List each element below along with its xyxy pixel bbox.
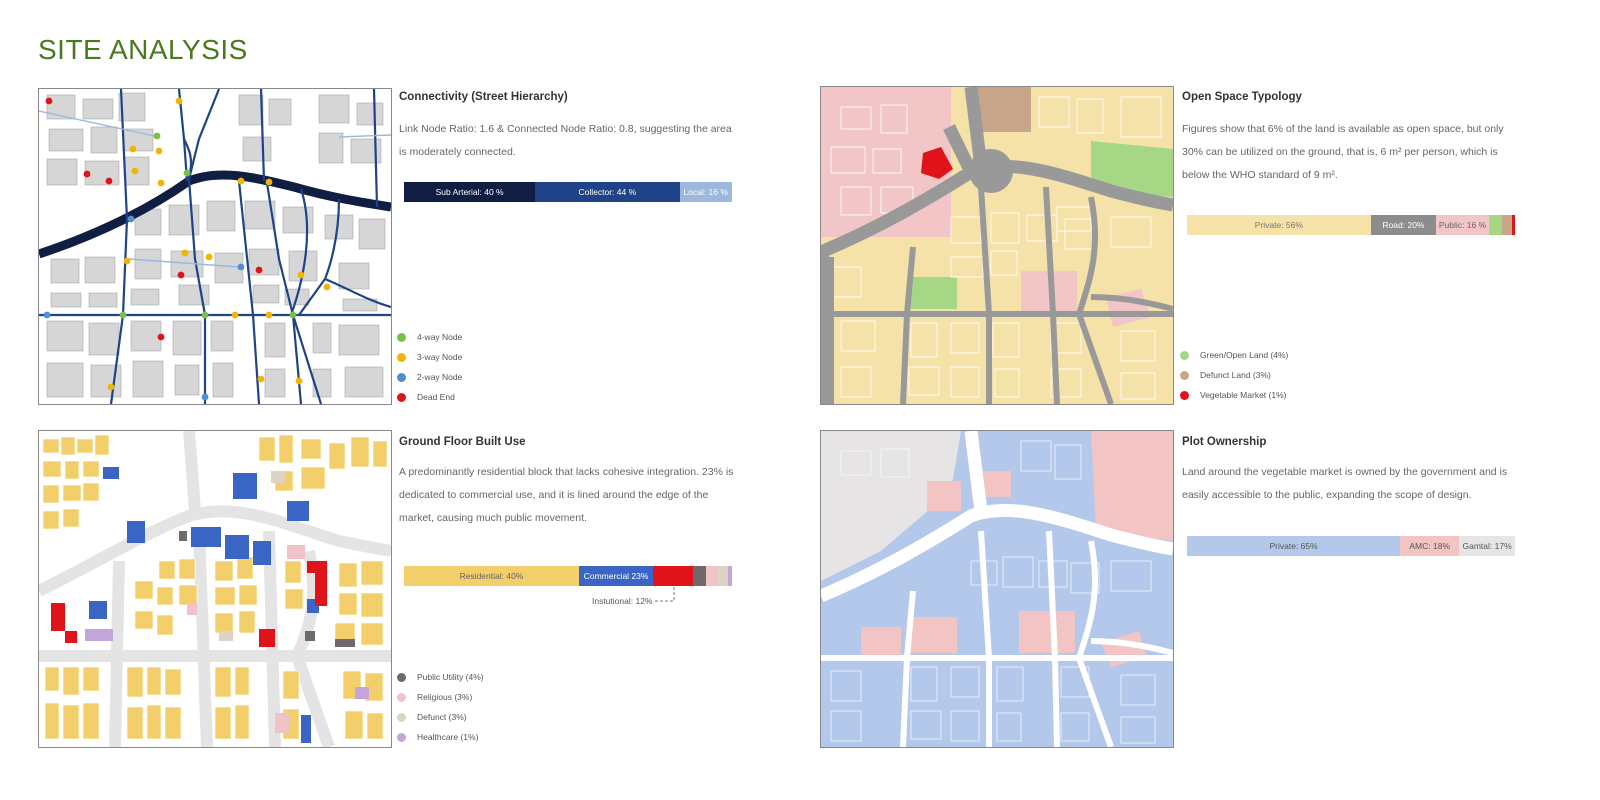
legend-label: Defunct Land (3%) bbox=[1200, 370, 1271, 380]
bar-segment: Private: 56% bbox=[1187, 215, 1371, 235]
ownership-title: Plot Ownership bbox=[1182, 436, 1267, 448]
bar-segment: Public: 16 % bbox=[1436, 215, 1489, 235]
legend-item: Public Utility (4%) bbox=[397, 667, 484, 687]
bar-segment bbox=[692, 566, 706, 586]
legend-swatch-icon bbox=[397, 672, 406, 682]
legend-item: Dead End bbox=[397, 387, 462, 407]
open-space-legend: Green/Open Land (4%) Defunct Land (3%) Veg… bbox=[1180, 345, 1288, 405]
ownership-bar: Private: 65% AMC: 18% Gamtal: 17% bbox=[1187, 536, 1515, 556]
bar-segment bbox=[705, 566, 717, 586]
legend-label: Dead End bbox=[417, 392, 455, 402]
legend-label: Healthcare (1%) bbox=[417, 732, 479, 742]
connectivity-title: Connectivity (Street Hierarchy) bbox=[399, 91, 568, 103]
bar-segment bbox=[653, 566, 693, 586]
legend-item: Religious (3%) bbox=[397, 687, 484, 707]
bar-segment bbox=[716, 566, 728, 586]
bar-segment: Residential: 40% bbox=[404, 566, 579, 586]
built-use-description: A predominantly residential block that l… bbox=[399, 466, 734, 524]
open-space-bar: Private: 56% Road: 20% Public: 16 % bbox=[1187, 215, 1515, 235]
ownership-description: Land around the vegetable market is owne… bbox=[1182, 466, 1508, 501]
institutional-note: Instutional: 12% bbox=[592, 596, 653, 606]
legend-swatch-icon bbox=[397, 712, 406, 722]
bar-segment: Gamtal: 17% bbox=[1459, 536, 1515, 556]
legend-item: 4-way Node bbox=[397, 327, 462, 347]
legend-swatch-icon bbox=[397, 352, 406, 362]
built-use-map bbox=[38, 430, 392, 748]
bar-segment: Road: 20% bbox=[1370, 215, 1437, 235]
open-space-description: Figures show that 6% of the land is avai… bbox=[1182, 123, 1504, 181]
built-use-bar: Residential: 40% Commercial 23% bbox=[404, 566, 732, 586]
legend-swatch-icon bbox=[1180, 390, 1189, 400]
street-hierarchy-bar: Sub Arterial: 40 % Collector: 44 % Local: … bbox=[404, 182, 732, 202]
legend-label: 4-way Node bbox=[417, 332, 463, 342]
legend-label: Vegetable Market (1%) bbox=[1200, 390, 1287, 400]
legend-label: 3-way Node bbox=[417, 352, 463, 362]
bar-segment bbox=[727, 566, 732, 586]
bar-segment: Local: 16 % bbox=[679, 182, 732, 202]
legend-item: Vegetable Market (1%) bbox=[1180, 385, 1288, 405]
legend-label: Public Utility (4%) bbox=[417, 672, 484, 682]
bar-segment bbox=[1511, 215, 1515, 235]
bar-segment: Sub Arterial: 40 % bbox=[404, 182, 536, 202]
legend-swatch-icon bbox=[397, 332, 406, 342]
legend-swatch-icon bbox=[397, 692, 406, 702]
connectivity-legend: 4-way Node 3-way Node 2-way Node Dead End bbox=[397, 327, 462, 407]
legend-swatch-icon bbox=[397, 392, 406, 402]
connectivity-description: Link Node Ratio: 1.6 & Connected Node Ra… bbox=[399, 123, 732, 158]
legend-item: Green/Open Land (4%) bbox=[1180, 345, 1288, 365]
legend-item: Defunct Land (3%) bbox=[1180, 365, 1288, 385]
built-use-legend: Public Utility (4%) Religious (3%) Defunct… bbox=[397, 667, 484, 747]
legend-swatch-icon bbox=[1180, 350, 1189, 360]
open-space-title: Open Space Typology bbox=[1182, 91, 1302, 103]
ownership-map bbox=[820, 430, 1174, 748]
legend-label: Defunct (3%) bbox=[417, 712, 467, 722]
built-use-title: Ground Floor Built Use bbox=[399, 436, 526, 448]
open-space-map bbox=[820, 86, 1174, 405]
legend-label: 2-way Node bbox=[417, 372, 463, 382]
legend-item: Healthcare (1%) bbox=[397, 727, 484, 747]
bar-segment: AMC: 18% bbox=[1400, 536, 1460, 556]
connectivity-map bbox=[38, 88, 392, 405]
legend-swatch-icon bbox=[397, 732, 406, 742]
legend-label: Green/Open Land (4%) bbox=[1200, 350, 1289, 360]
bar-segment: Private: 65% bbox=[1187, 536, 1401, 556]
legend-item: Defunct (3%) bbox=[397, 707, 484, 727]
page-title: SITE ANALYSIS bbox=[38, 34, 248, 65]
legend-swatch-icon bbox=[1180, 370, 1189, 380]
institutional-leader-line bbox=[654, 587, 675, 602]
legend-item: 3-way Node bbox=[397, 347, 462, 367]
legend-swatch-icon bbox=[397, 372, 406, 382]
legend-item: 2-way Node bbox=[397, 367, 462, 387]
bar-segment: Collector: 44 % bbox=[535, 182, 680, 202]
bar-segment bbox=[1501, 215, 1512, 235]
bar-segment: Commercial 23% bbox=[578, 566, 654, 586]
bar-segment bbox=[1488, 215, 1502, 235]
legend-label: Religious (3%) bbox=[417, 692, 473, 702]
